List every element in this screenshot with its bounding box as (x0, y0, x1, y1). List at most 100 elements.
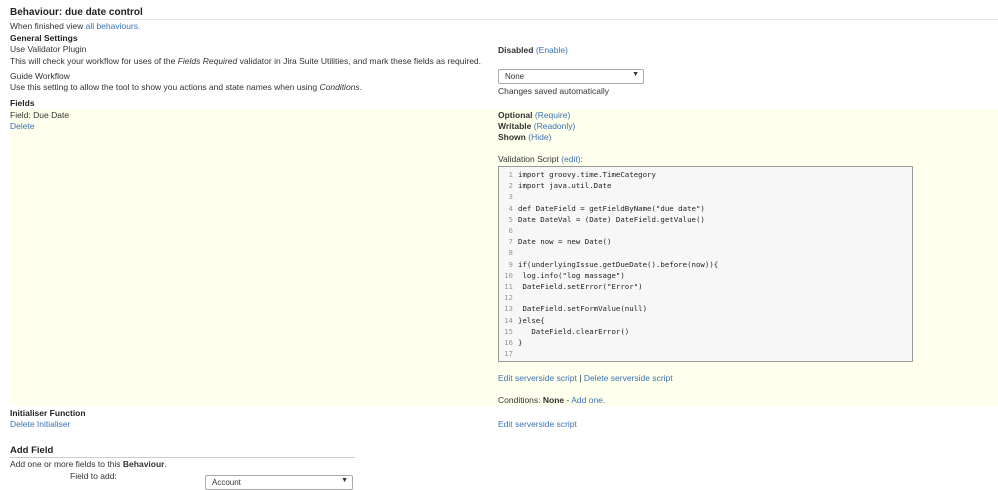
enable-validator-link[interactable]: (Enable) (536, 45, 568, 55)
validator-desc-prefix: This will check your workflow for uses o… (10, 56, 178, 66)
code-line: 17 (499, 348, 912, 359)
writable-value: Writable (498, 121, 532, 131)
add-field-desc-bold: Behaviour (122, 459, 165, 469)
edit-serverside-script-link[interactable]: Edit serverside script (498, 373, 577, 383)
general-settings-heading: General Settings (10, 33, 78, 43)
serverside-links: Edit serverside script | Delete serversi… (498, 373, 673, 383)
shown-setting: Shown (Hide) (498, 132, 551, 142)
code-text: if(underlyingIssue.getDueDate().before(n… (518, 259, 719, 269)
guide-desc-prefix: Use this setting to allow the tool to sh… (10, 82, 320, 92)
line-number: 10 (504, 270, 513, 280)
code-text: Date DateVal = (Date) DateField.getValue… (518, 214, 705, 224)
code-text: DateField.setFormValue(null) (518, 304, 648, 314)
page-title: Behaviour: due date control (10, 7, 143, 18)
shown-value: Shown (498, 132, 526, 142)
validation-script-code[interactable]: 1 import groovy.time.TimeCategory 2 import … (498, 166, 913, 362)
validator-label: Use Validator Plugin (10, 44, 87, 54)
line-number: 5 (508, 214, 513, 224)
line-number: 4 (508, 203, 513, 213)
delete-serverside-script-link[interactable]: Delete serverside script (584, 373, 673, 383)
conditions-label: Conditions: (498, 395, 543, 405)
title-divider (10, 19, 998, 20)
code-line: 1 import groovy.time.TimeCategory (499, 169, 912, 180)
conditions-value: None (542, 395, 565, 405)
line-number: 3 (508, 192, 513, 202)
initialiser-heading: Initialiser Function (10, 408, 86, 418)
dropdown-arrow-icon: ▼ (632, 71, 639, 78)
code-text: def DateField = getFieldByName("due date… (518, 203, 705, 213)
edit-initialiser-script-link[interactable]: Edit serverside script (498, 419, 577, 429)
code-text: }else{ (518, 315, 545, 325)
line-number: 6 (508, 226, 513, 235)
guide-desc-suffix: . (359, 82, 363, 92)
readonly-link[interactable]: (Readonly) (534, 121, 576, 131)
line-number: 1 (508, 170, 513, 179)
field-label: Field: Due Date (10, 110, 70, 120)
finished-note: When finished view all behaviours. (10, 21, 140, 31)
code-line: 15 DateField.clearError() (499, 326, 912, 337)
all-behaviours-link[interactable]: all behaviours. (86, 21, 141, 31)
line-number: 12 (504, 293, 513, 303)
line-number: 16 (504, 338, 513, 347)
guide-desc-em: Conditions (319, 82, 360, 92)
code-text: log.info("log massage") (518, 270, 625, 280)
line-number: 9 (508, 259, 513, 269)
code-line: 2 import java.util.Date (499, 180, 912, 191)
code-text: Date now = new Date() (518, 237, 612, 247)
hide-link[interactable]: (Hide) (528, 132, 551, 142)
optional-value: Optional (498, 110, 533, 120)
field-to-add-select-value: Account (212, 478, 241, 487)
line-number: 13 (504, 304, 513, 314)
guide-workflow-select[interactable]: None ▼ (498, 69, 644, 84)
code-line: 12 (499, 292, 912, 303)
delete-initialiser-link[interactable]: Delete Initialiser (10, 419, 70, 429)
code-line: 13 DateField.setFormValue(null) (499, 303, 912, 314)
code-text: } (518, 338, 523, 347)
code-line: 7 Date now = new Date() (499, 236, 912, 247)
line-number: 14 (504, 315, 513, 325)
guide-workflow-label: Guide Workflow (10, 71, 70, 81)
code-line: 3 (499, 191, 912, 202)
code-line: 4 def DateField = getFieldByName("due dat… (499, 203, 912, 214)
add-field-divider (10, 457, 355, 458)
optional-setting: Optional (Require) (498, 110, 570, 120)
line-number: 2 (508, 181, 513, 191)
validator-status: Disabled (Enable) (498, 45, 568, 55)
add-field-desc-prefix: Add one or more fields to this (10, 459, 123, 469)
line-number: 15 (504, 326, 513, 336)
validation-label-text: Validation Script (498, 154, 562, 164)
validation-script-label: Validation Script (edit): (498, 154, 583, 164)
validator-status-value: Disabled (498, 45, 534, 55)
code-text: import java.util.Date (518, 181, 612, 191)
code-line: 8 (499, 247, 912, 258)
code-line: 11 DateField.setError("Error") (499, 281, 912, 292)
code-line: 14 }else{ (499, 315, 912, 326)
code-line: 16} (499, 337, 912, 348)
line-number: 11 (504, 282, 513, 291)
code-line: 6 (499, 225, 912, 236)
code-line: 9 if(underlyingIssue.getDueDate().before(… (499, 259, 912, 270)
code-text: import groovy.time.TimeCategory (518, 170, 656, 179)
delete-field-link[interactable]: Delete (10, 121, 35, 131)
add-condition-link[interactable]: Add one. (571, 395, 605, 405)
writable-setting: Writable (Readonly) (498, 121, 575, 131)
line-number: 8 (508, 248, 513, 258)
code-line: 5 Date DateVal = (Date) DateField.getValu… (499, 214, 912, 225)
link-separator: | (576, 373, 584, 383)
finished-note-text: When finished view (10, 21, 86, 31)
fields-heading: Fields (10, 98, 35, 108)
saved-note: Changes saved automatically (498, 86, 610, 96)
add-field-desc-suffix: . (164, 459, 167, 469)
validator-desc-suffix: validator in Jira Suite Utilities, and m… (237, 56, 482, 66)
guide-workflow-description: Use this setting to allow the tool to sh… (10, 82, 362, 92)
validation-colon: : (580, 154, 583, 164)
line-number: 7 (508, 237, 513, 247)
require-link[interactable]: (Require) (535, 110, 570, 120)
validator-description: This will check your workflow for uses o… (10, 56, 481, 66)
guide-workflow-select-value: None (505, 72, 525, 81)
add-field-heading: Add Field (10, 445, 54, 456)
line-number: 17 (504, 349, 513, 359)
edit-validation-link[interactable]: (edit) (561, 154, 580, 164)
code-line: 10 log.info("log massage") (499, 270, 912, 281)
field-to-add-select[interactable]: Account ▼ (205, 475, 353, 490)
